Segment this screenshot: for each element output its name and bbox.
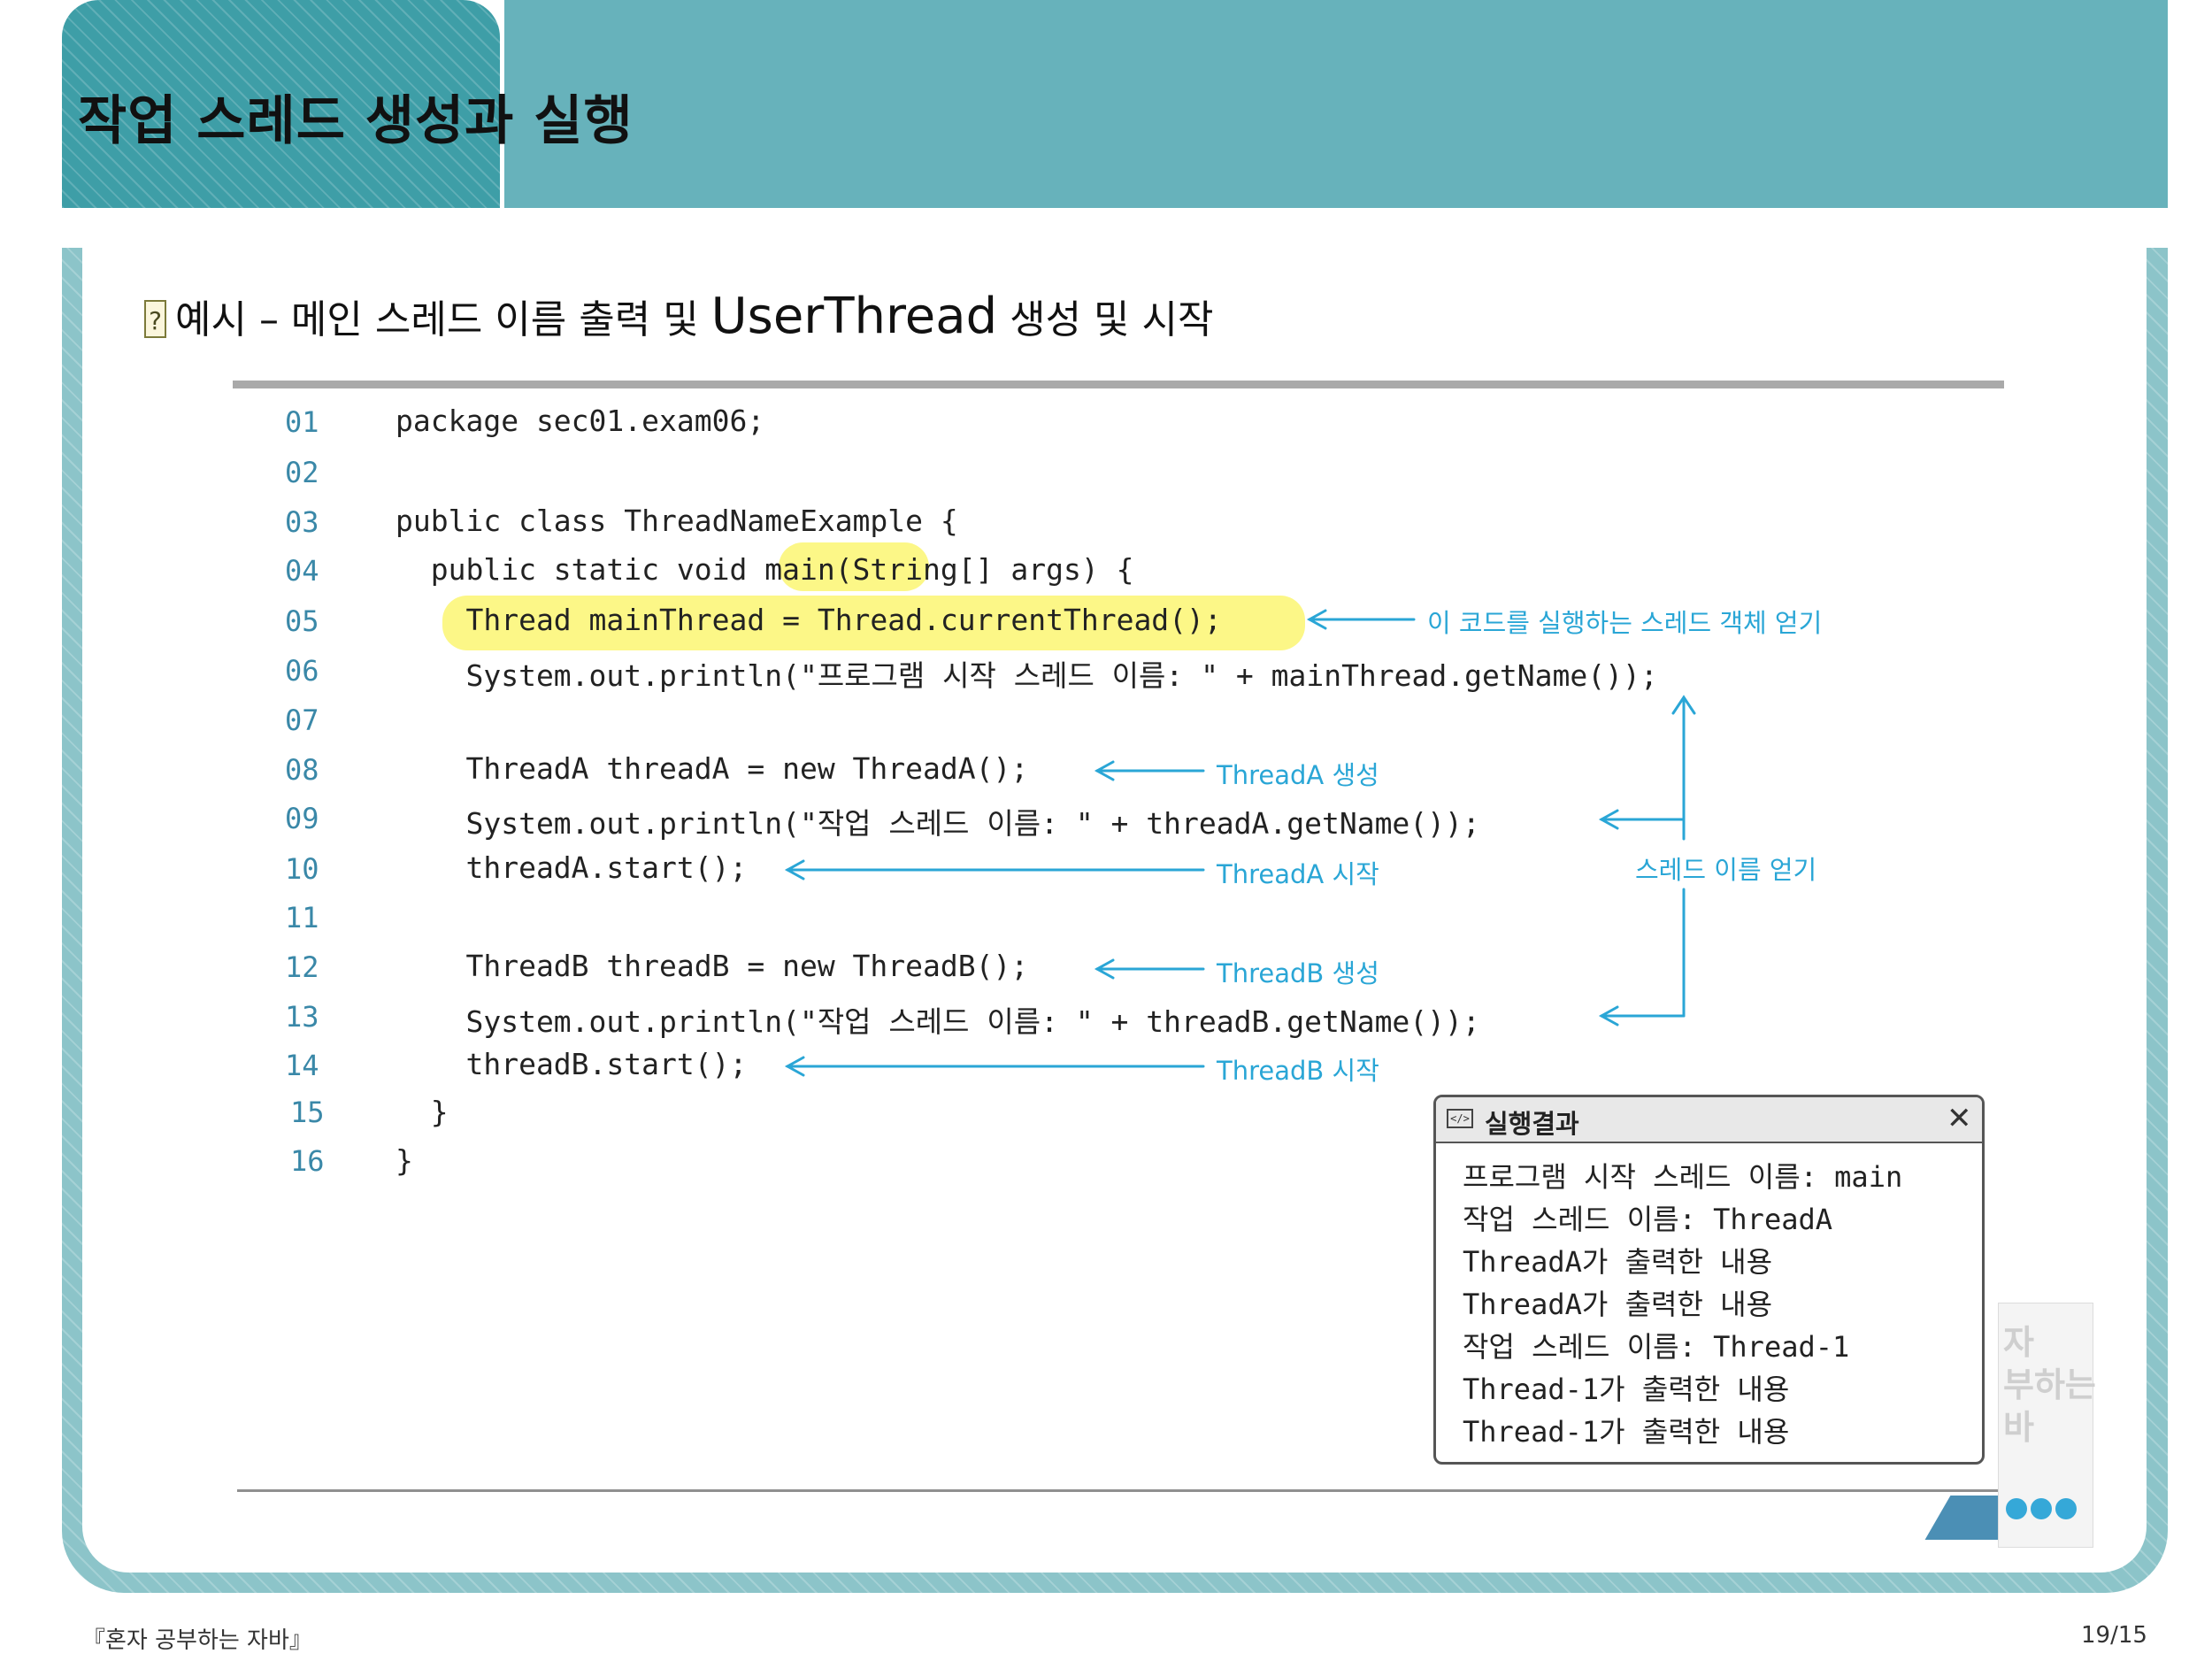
- book-cover-image: 자 부하는 바: [1998, 1303, 2096, 1548]
- result-line: Thread-1가 출력한 내용: [1463, 1415, 1790, 1449]
- book-badge: [2006, 1498, 2027, 1519]
- book-cover-title: 자 부하는 바: [2003, 1323, 2096, 1447]
- code-bottom-rule: [237, 1489, 2002, 1492]
- annotation-start-a: ThreadA 시작: [1217, 859, 1379, 889]
- annotation-create-b: ThreadB 생성: [1217, 958, 1379, 988]
- book-badge: [2055, 1498, 2077, 1519]
- result-line: ThreadA가 출력한 내용: [1463, 1288, 1773, 1321]
- annotation-start-b: ThreadB 시작: [1217, 1056, 1379, 1086]
- footer-book-title: 『혼자 공부하는 자바』: [82, 1627, 312, 1654]
- result-panel: </> 실행결과 ✕ 프로그램 시작 스레드 이름: main 작업 스레드 이…: [1433, 1095, 1985, 1465]
- close-icon[interactable]: ✕: [1947, 1101, 1972, 1136]
- result-line: 작업 스레드 이름: ThreadA: [1463, 1203, 1833, 1236]
- annotation-current-thread: 이 코드를 실행하는 스레드 객체 얻기: [1427, 608, 1823, 638]
- result-header: </> 실행결과 ✕: [1436, 1097, 1982, 1143]
- annotation-get-name: 스레드 이름 얻기: [1635, 855, 1817, 885]
- result-line: 프로그램 시작 스레드 이름: main: [1463, 1160, 1903, 1194]
- result-line: ThreadA가 출력한 내용: [1463, 1245, 1773, 1279]
- code-window-icon: </>: [1447, 1109, 1473, 1128]
- result-line: 작업 스레드 이름: Thread-1: [1463, 1330, 1850, 1364]
- result-line: Thread-1가 출력한 내용: [1463, 1373, 1790, 1406]
- result-title: 실행결과: [1485, 1109, 1579, 1139]
- annotation-create-a: ThreadA 생성: [1217, 760, 1379, 790]
- book-badge: [2031, 1498, 2052, 1519]
- page-number: 19/15: [2081, 1622, 2147, 1649]
